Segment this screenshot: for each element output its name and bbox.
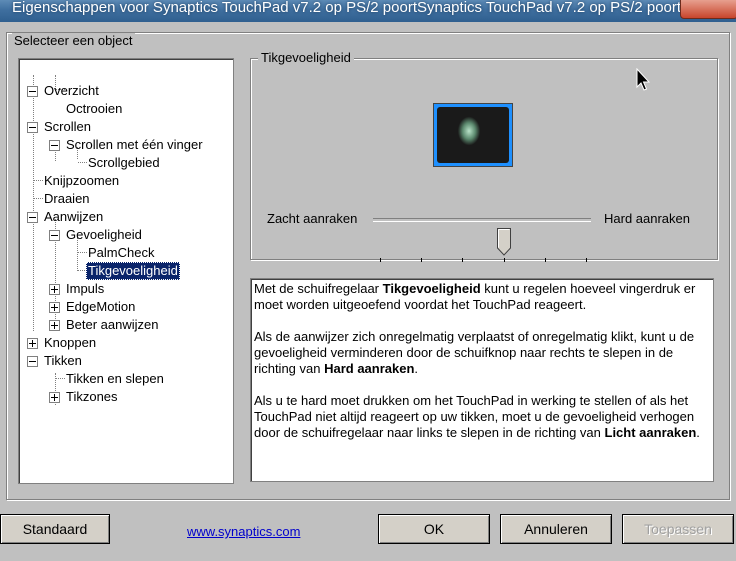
collapse-icon[interactable] [49, 140, 60, 151]
tree-item-label: Gevoeligheid [66, 227, 142, 242]
apply-button[interactable]: Toepassen [622, 514, 734, 544]
ok-button[interactable]: OK [378, 514, 490, 544]
window-title: Eigenschappen voor Synaptics TouchPad v7… [12, 0, 682, 16]
tree-item-label: Knijpzoomen [44, 173, 120, 188]
slider-tick [586, 258, 587, 262]
cancel-button[interactable]: Annuleren [500, 514, 612, 544]
slider-tick [462, 258, 464, 262]
properties-dialog: Selecteer een object Overzicht Octrooien… [0, 22, 736, 561]
slider-max-label: Hard aanraken [604, 211, 690, 226]
tree-item-label: Draaien [44, 191, 90, 206]
expand-icon[interactable] [49, 392, 60, 403]
description-paragraph-1: Met de schuifregelaar Tikgevoeligheid ku… [254, 281, 696, 312]
object-tree[interactable]: Overzicht Octrooien Scrollen Scrollen me… [18, 58, 234, 484]
slider-tick [544, 258, 546, 262]
description-paragraph-3: Als u te hard moet drukken om het TouchP… [254, 393, 700, 440]
close-button[interactable] [680, 0, 736, 19]
slider-min-label: Zacht aanraken [267, 211, 358, 226]
slider-tick [421, 258, 423, 262]
description-box: Met de schuifregelaar Tikgevoeligheid ku… [250, 278, 714, 482]
default-button[interactable]: Standaard [0, 514, 110, 544]
tree-item-label: Impuls [66, 281, 105, 296]
tree-item-label: Scrollen met één vinger [66, 137, 203, 152]
expand-icon[interactable] [49, 302, 60, 313]
title-bar[interactable]: Eigenschappen voor Synaptics TouchPad v7… [0, 0, 736, 22]
slider-track[interactable] [373, 218, 591, 222]
tree-item-label: Beter aanwijzen [66, 317, 159, 332]
tree-item-label: Tikken en slepen [66, 371, 164, 386]
object-groupbox-label: Selecteer een object [12, 33, 135, 48]
expand-icon[interactable] [49, 320, 60, 331]
collapse-icon[interactable] [27, 86, 38, 97]
description-paragraph-2: Als de aanwijzer zich onregelmatig verpl… [254, 329, 695, 376]
expand-icon[interactable] [27, 338, 38, 349]
tree-item-label: Overzicht [44, 83, 99, 98]
tree-item-label: Tikgevoeligheid [86, 262, 180, 280]
mouse-pointer-icon [636, 68, 650, 91]
collapse-icon[interactable] [27, 122, 38, 133]
touchpad-image [433, 103, 513, 167]
expand-icon[interactable] [49, 284, 60, 295]
collapse-icon[interactable] [27, 212, 38, 223]
tree-item-label: Aanwijzen [44, 209, 104, 224]
slider-tick [503, 258, 505, 262]
tree-item-label: Scrollgebied [88, 155, 160, 170]
slider-tick [380, 258, 381, 262]
tree-item-label: Scrollen [44, 119, 91, 134]
tree-item-label: EdgeMotion [66, 299, 136, 314]
collapse-icon[interactable] [49, 230, 60, 241]
tap-sensitivity-title: Tikgevoeligheid [258, 50, 354, 65]
tree-item-label: PalmCheck [88, 245, 155, 260]
synaptics-link[interactable]: www.synaptics.com [187, 524, 300, 539]
tree-item-label: Octrooien [66, 101, 123, 116]
tree-item-label: Knoppen [44, 335, 97, 350]
tree-item-label: Tikken [44, 353, 82, 368]
tree-connector [33, 75, 34, 331]
collapse-icon[interactable] [27, 356, 38, 367]
slider-thumb[interactable] [496, 228, 511, 256]
tree-item-label: Tikzones [66, 389, 118, 404]
